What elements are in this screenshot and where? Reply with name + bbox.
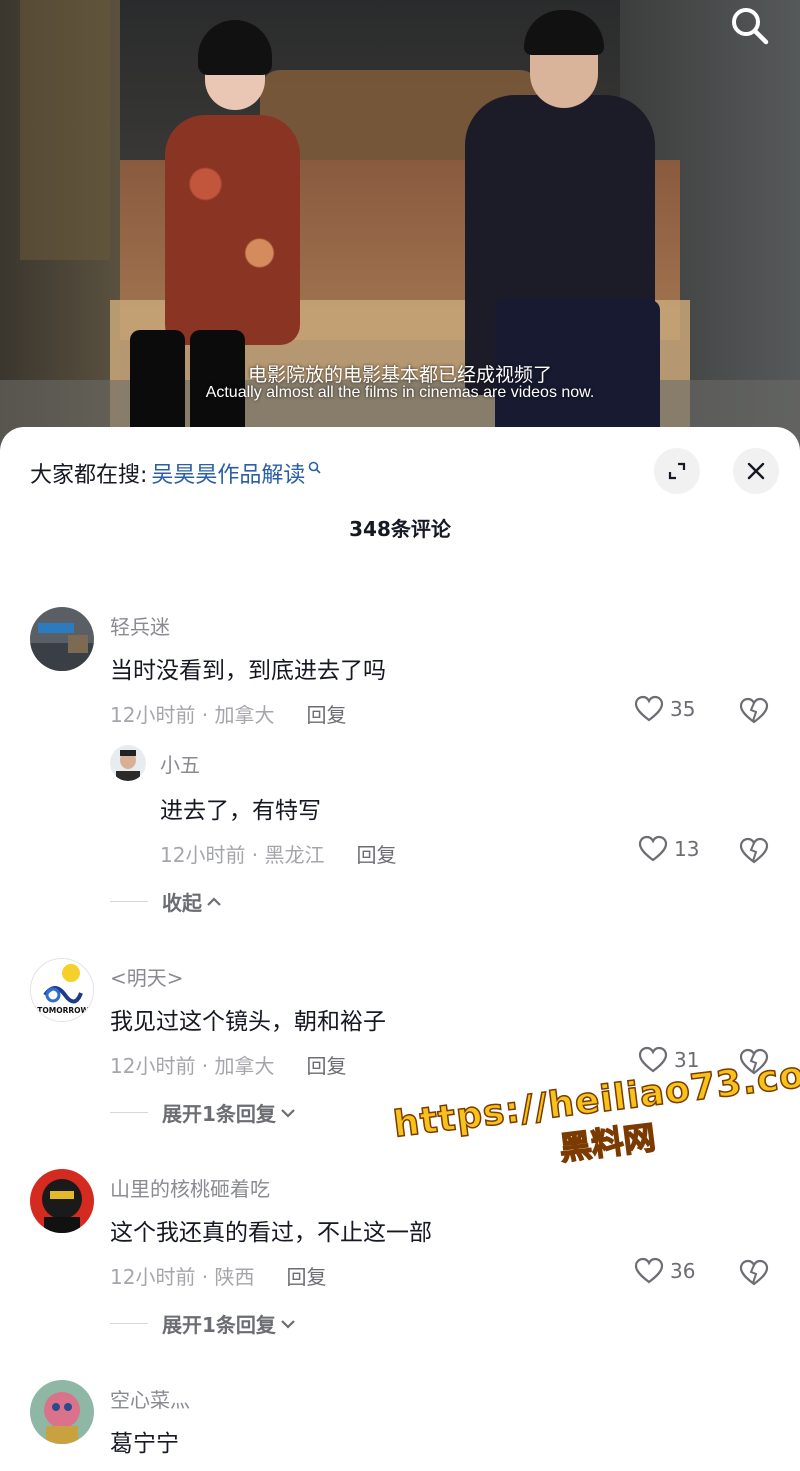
video-scene-door: [20, 0, 110, 260]
chevron-up-icon: [207, 896, 221, 906]
collapse-replies-label: 收起: [162, 891, 202, 915]
comment-username[interactable]: 空心菜灬: [110, 1384, 190, 1413]
comment-text: 葛宁宁: [110, 1431, 179, 1457]
reply-meta: 12小时前 · 黑龙江 回复: [160, 839, 397, 868]
comment-text: 当时没看到，到底进去了吗: [110, 658, 386, 684]
heart-icon: [634, 1257, 664, 1284]
like-button[interactable]: 36: [634, 1257, 695, 1285]
comment-username[interactable]: 轻兵迷: [110, 611, 170, 640]
like-count: 13: [674, 837, 700, 861]
watermark: https://heiliao73.com 黑料网: [391, 1049, 800, 1224]
like-button[interactable]: 35: [634, 695, 695, 723]
like-button[interactable]: 31: [638, 1046, 699, 1074]
search-icon[interactable]: [728, 4, 772, 48]
comment-meta: 12小时前 · 加拿大 回复: [110, 699, 347, 728]
comment-time-location: 12小时前 · 加拿大: [110, 1054, 275, 1078]
broken-heart-icon[interactable]: [739, 697, 769, 725]
comment-username[interactable]: <明天>: [110, 962, 184, 991]
divider: [110, 901, 148, 902]
video-subtitle-english: Actually almost all the films in cinemas…: [205, 384, 595, 401]
video-person-woman-hair: [198, 20, 272, 75]
divider: [110, 1323, 148, 1324]
heart-icon: [638, 1046, 668, 1073]
comment-username[interactable]: 山里的核桃砸着吃: [110, 1173, 270, 1202]
comment-time-location: 12小时前 · 陕西: [110, 1265, 255, 1289]
chevron-down-icon: [281, 1108, 295, 1118]
broken-heart-icon[interactable]: [739, 837, 769, 865]
watermark-name: 黑料网: [557, 1118, 658, 1169]
divider: [110, 1112, 148, 1113]
avatar[interactable]: [30, 1380, 94, 1444]
comment-meta: 12小时前 · 加拿大 回复: [110, 1050, 347, 1079]
avatar[interactable]: TOMORROW: [30, 958, 94, 1022]
like-button[interactable]: 13: [638, 835, 699, 863]
avatar[interactable]: [30, 1169, 94, 1233]
reply-button[interactable]: 回复: [307, 699, 347, 728]
video-person-man-hair: [524, 10, 604, 55]
reply-button[interactable]: 回复: [287, 1261, 327, 1290]
expand-replies-button[interactable]: 展开1条回复: [110, 1098, 296, 1127]
heart-icon: [638, 835, 668, 862]
trending-search-prefix: 大家都在搜:: [30, 463, 148, 488]
comment-text: 这个我还真的看过，不止这一部: [110, 1220, 432, 1246]
reply-button[interactable]: 回复: [307, 1050, 347, 1079]
reply-button[interactable]: 回复: [357, 839, 397, 868]
reply-text: 进去了，有特写: [160, 798, 321, 824]
reply-time-location: 12小时前 · 黑龙江: [160, 843, 325, 867]
comment-meta: 12小时前 · 陕西 回复: [110, 1261, 327, 1290]
reply-username[interactable]: 小五: [160, 749, 200, 778]
close-icon: [747, 462, 765, 480]
expand-replies-button[interactable]: 展开1条回复: [110, 1309, 296, 1338]
broken-heart-icon[interactable]: [739, 1048, 769, 1076]
comment-count: 348条评论: [349, 517, 451, 541]
trending-search-term[interactable]: 吴昊昊作品解读: [151, 457, 305, 489]
search-icon: [309, 461, 322, 474]
chevron-down-icon: [281, 1319, 295, 1329]
avatar-text: TOMORROW: [37, 1006, 89, 1015]
expand-button[interactable]: [654, 448, 700, 494]
broken-heart-icon[interactable]: [739, 1259, 769, 1287]
trending-search-bar[interactable]: 大家都在搜: 吴昊昊作品解读: [30, 449, 322, 497]
close-button[interactable]: [733, 448, 779, 494]
video-person-woman-body: [165, 115, 300, 345]
comments-panel: 大家都在搜: 吴昊昊作品解读 348条评论 轻兵迷 当时没看到，到底进去了吗 1…: [0, 427, 800, 1471]
video-subtitle-chinese: 电影院放的电影基本都已经成视频了: [247, 364, 552, 386]
like-count: 35: [670, 697, 696, 721]
heart-icon: [634, 695, 664, 722]
expand-replies-label: 展开1条回复: [162, 1313, 276, 1337]
video-player[interactable]: 电影院放的电影基本都已经成视频了 Actually almost all the…: [0, 0, 800, 450]
comment-text: 我见过这个镜头，朝和裕子: [110, 1009, 386, 1035]
avatar[interactable]: [110, 745, 146, 781]
like-count: 31: [674, 1048, 700, 1072]
collapse-replies-button[interactable]: 收起: [110, 887, 222, 916]
like-count: 36: [670, 1259, 696, 1283]
comment-time-location: 12小时前 · 加拿大: [110, 703, 275, 727]
expand-replies-label: 展开1条回复: [162, 1102, 276, 1126]
expand-icon: [668, 462, 686, 480]
avatar[interactable]: [30, 607, 94, 671]
